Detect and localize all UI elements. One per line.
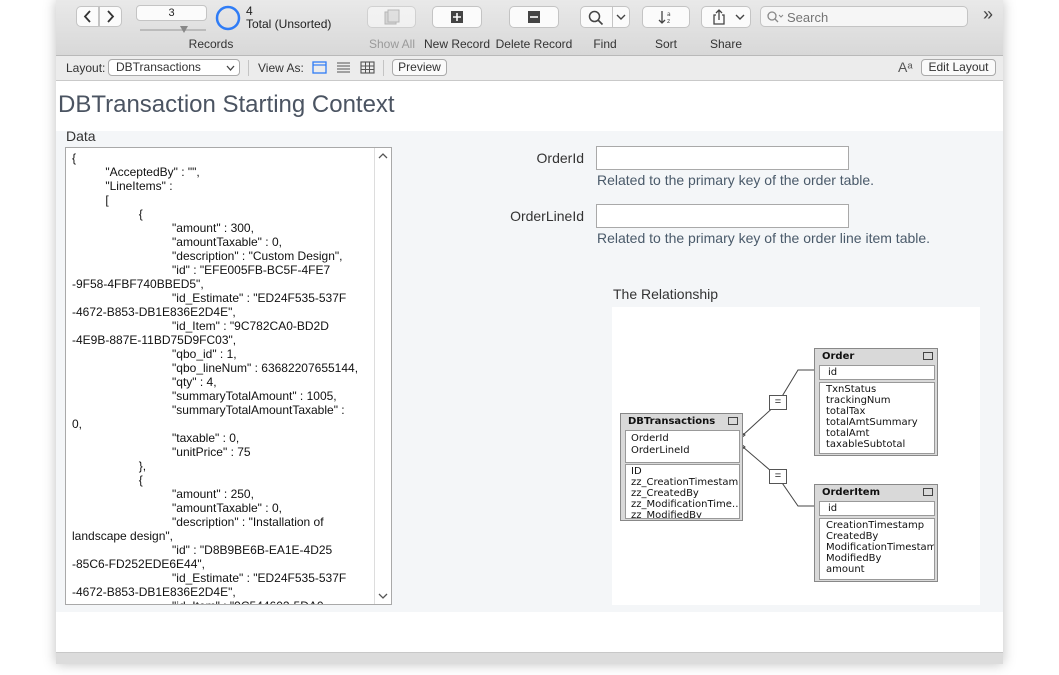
new-record-button[interactable] — [432, 6, 482, 28]
to-key-field: id — [828, 367, 838, 378]
join-operator-order[interactable]: = — [769, 395, 787, 410]
to-name: OrderItem — [822, 487, 881, 498]
show-all-button[interactable] — [367, 6, 416, 28]
share-button[interactable] — [701, 6, 751, 28]
data-json-text[interactable]: { "AcceptedBy" : "", "LineItems" : [ { "… — [72, 151, 370, 604]
to-field: totalAmt — [826, 428, 870, 439]
svg-text:z: z — [667, 18, 670, 25]
find-button[interactable] — [580, 6, 630, 28]
layout-popup[interactable]: DBTransactions — [108, 59, 240, 76]
edit-layout-button[interactable]: Edit Layout — [921, 59, 996, 76]
order-id-label: OrderId — [536, 150, 584, 166]
minus-icon — [528, 11, 540, 23]
to-key-field: OrderId — [631, 433, 669, 444]
toolbar-overflow-button[interactable]: » — [983, 4, 993, 25]
show-all-icon — [384, 9, 400, 25]
found-count: 4 — [246, 4, 253, 18]
to-field: trackingNum — [826, 395, 891, 406]
delete-record-label: Delete Record — [495, 37, 573, 51]
previous-record-button[interactable] — [76, 6, 99, 27]
order-line-id-hint: Related to the primary key of the order … — [597, 230, 931, 246]
to-field: zz_CreationTimestamp — [631, 477, 740, 488]
to-collapse-icon[interactable] — [923, 352, 933, 360]
share-icon — [713, 9, 725, 25]
show-all-label: Show All — [368, 37, 416, 51]
search-icon — [767, 11, 784, 23]
layout-bar: Layout: DBTransactions View As: Preview … — [56, 56, 1003, 81]
chevron-down-icon[interactable] — [616, 13, 626, 21]
sort-label: Sort — [654, 37, 677, 51]
slider-thumb[interactable] — [180, 26, 188, 33]
scroll-down-icon[interactable] — [378, 592, 388, 600]
toolbar: 3 4 Total (Unsorted) Records Show All Ne… — [56, 0, 1003, 56]
to-field: ModificationTimestamp — [826, 542, 935, 553]
to-field: ID — [631, 466, 642, 477]
chevron-left-icon — [83, 10, 91, 23]
to-field: amount — [826, 564, 865, 575]
filemaker-window: 3 4 Total (Unsorted) Records Show All Ne… — [56, 0, 1003, 664]
to-field: totalTax — [826, 406, 866, 417]
to-name: DBTransactions — [628, 416, 716, 427]
find-label: Find — [593, 37, 617, 51]
relationship-label: The Relationship — [613, 286, 719, 302]
layout-popup-value: DBTransactions — [116, 60, 201, 74]
svg-text:a: a — [667, 11, 671, 18]
new-record-label: New Record — [423, 37, 491, 51]
to-field: zz_ModificationTime… — [631, 499, 740, 510]
content-area: DBTransaction Starting Context Data { "A… — [56, 81, 1003, 652]
order-id-field[interactable] — [596, 146, 849, 170]
to-field: taxableSubtotal — [826, 439, 906, 450]
to-key-field: OrderLineId — [631, 445, 690, 456]
to-name: Order — [822, 351, 855, 362]
to-collapse-icon[interactable] — [923, 488, 933, 496]
found-status: Total (Unsorted) — [246, 17, 332, 31]
page-title: DBTransaction Starting Context — [58, 91, 395, 118]
data-field[interactable]: { "AcceptedBy" : "", "LineItems" : [ { "… — [65, 147, 392, 605]
table-occurrence-order[interactable]: Order id TxnStatus trackingNum totalTax … — [814, 348, 938, 456]
vertical-scrollbar[interactable] — [374, 148, 391, 604]
to-field: zz_ModifiedBy — [631, 510, 702, 519]
chevron-down-icon — [735, 14, 745, 20]
search-field[interactable] — [760, 6, 968, 27]
magnifier-icon — [588, 10, 604, 26]
form-view-icon[interactable] — [312, 61, 327, 74]
data-label: Data — [66, 128, 96, 144]
table-view-icon[interactable] — [360, 61, 375, 74]
sort-button[interactable]: az — [642, 6, 690, 28]
view-as-label: View As: — [258, 61, 304, 75]
table-occurrence-orderitem[interactable]: OrderItem id CreationTimestamp CreatedBy… — [814, 484, 938, 582]
record-number-field[interactable]: 3 — [136, 5, 207, 21]
order-line-id-label: OrderLineId — [510, 208, 584, 224]
chevron-down-icon — [226, 65, 235, 71]
found-set-pie-icon — [215, 5, 241, 31]
join-operator-orderitem[interactable]: = — [769, 469, 787, 484]
to-field: zz_CreatedBy — [631, 488, 699, 499]
to-field: CreationTimestamp — [826, 520, 925, 531]
to-field: TxnStatus — [826, 384, 877, 395]
to-field: totalAmtSummary — [826, 417, 918, 428]
to-key-field: id — [828, 503, 838, 514]
preview-button[interactable]: Preview — [392, 59, 447, 76]
table-occurrence-dbtransactions[interactable]: DBTransactions OrderId OrderLineId ID zz… — [620, 413, 743, 521]
order-id-hint: Related to the primary key of the order … — [597, 172, 875, 188]
list-view-icon[interactable] — [336, 61, 351, 74]
text-size-icon[interactable]: Aᵃ — [898, 59, 913, 75]
chevron-right-icon — [107, 10, 115, 23]
search-input[interactable] — [785, 8, 964, 27]
next-record-button[interactable] — [99, 6, 122, 27]
to-field: ModifiedBy — [826, 553, 882, 564]
records-label: Records — [188, 37, 234, 51]
to-field: CreatedBy — [826, 531, 879, 542]
layout-label: Layout: — [66, 61, 106, 75]
record-slider[interactable] — [140, 26, 206, 34]
share-label: Share — [709, 37, 743, 51]
order-line-id-field[interactable] — [596, 204, 849, 228]
sort-icon: az — [658, 11, 671, 25]
status-bar — [56, 652, 1003, 664]
delete-record-button[interactable] — [509, 6, 559, 28]
scroll-up-icon[interactable] — [378, 152, 388, 160]
plus-icon — [451, 11, 463, 23]
to-collapse-icon[interactable] — [728, 417, 738, 425]
relationship-graph: = = DBTransactions OrderId OrderLineId I… — [612, 307, 980, 605]
